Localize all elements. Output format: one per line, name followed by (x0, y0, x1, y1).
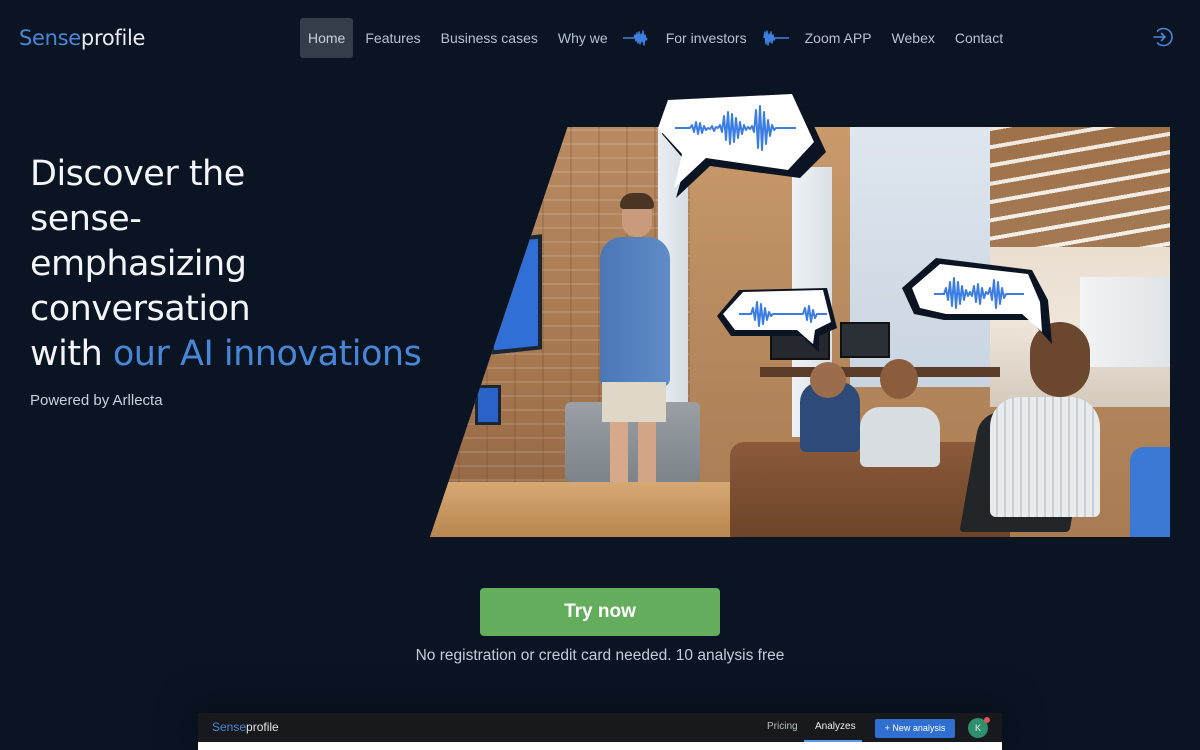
preview-content-area (198, 742, 1002, 750)
photo-audience-member (860, 407, 940, 467)
hero-heading: Discover the sense- emphasizing conversa… (30, 152, 460, 377)
hero-line: sense- (30, 199, 142, 239)
app-preview-screenshot: Senseprofile Pricing Analyzes + New anal… (198, 713, 1002, 750)
nav-contact[interactable]: Contact (945, 18, 1013, 58)
photo-audience-member (1130, 447, 1170, 537)
hero-line: conversation (30, 289, 251, 329)
hero-line: with (30, 334, 113, 374)
speech-bubble-soundwave-icon (650, 92, 830, 200)
nav-webex[interactable]: Webex (882, 18, 945, 58)
try-now-button[interactable]: Try now (480, 588, 720, 636)
photo-audience-head (810, 362, 846, 398)
soundwave-icon (622, 28, 652, 48)
nav-business-cases[interactable]: Business cases (431, 18, 548, 58)
preview-logo: Senseprofile (212, 720, 279, 734)
photo-audience-head (880, 359, 918, 399)
photo-presenter (600, 237, 670, 387)
speech-bubble-soundwave-icon (715, 286, 840, 358)
sign-in-icon[interactable] (1152, 26, 1174, 48)
preview-logo-part1: Sense (212, 720, 247, 734)
nav-features[interactable]: Features (355, 18, 430, 58)
photo-audience-member (990, 397, 1100, 517)
photo-table (430, 482, 760, 537)
photo-presenter-shorts (602, 382, 666, 422)
nav-for-investors[interactable]: For investors (656, 18, 757, 58)
preview-new-analysis-button[interactable]: + New analysis (875, 719, 955, 738)
nav-zoom-app[interactable]: Zoom APP (795, 18, 882, 58)
photo-presenter-hair (620, 193, 654, 209)
nav-why-we[interactable]: Why we (548, 18, 618, 58)
preview-notification-dot (984, 717, 990, 723)
powered-by-text: Powered by Arllecta (30, 392, 163, 409)
photo-monitor (840, 322, 890, 358)
photo-window (1080, 277, 1170, 367)
preview-nav-pricing[interactable]: Pricing (767, 721, 798, 733)
photo-tv-screen (490, 234, 542, 355)
hero-line: emphasizing (30, 244, 247, 284)
photo-laptop-screen (475, 385, 501, 425)
speech-bubble-soundwave-icon (902, 258, 1058, 348)
nav-home[interactable]: Home (300, 18, 354, 58)
photo-ceiling (990, 127, 1170, 247)
preview-logo-part2: profile (246, 720, 279, 734)
soundwave-icon (761, 28, 791, 48)
brand-logo[interactable]: Senseprofile (19, 25, 145, 51)
cta-note: No registration or credit card needed. 1… (415, 647, 785, 664)
brand-logo-part1: Sense (19, 26, 81, 50)
brand-logo-part2: profile (80, 26, 146, 50)
main-menu: Home Features Business cases Why we For … (300, 18, 1013, 58)
top-navigation: Senseprofile Home Features Business case… (0, 0, 1200, 76)
hero-line: Discover the (30, 154, 245, 194)
preview-nav-analyzes[interactable]: Analyzes (815, 721, 856, 733)
hero-accent-text: our AI innovations (112, 334, 422, 374)
